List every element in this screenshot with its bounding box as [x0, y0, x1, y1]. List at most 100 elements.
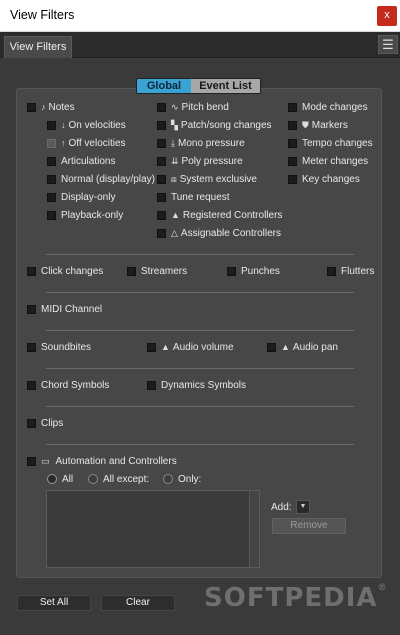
all-except-radio[interactable]: [88, 474, 98, 484]
patch-song-checkbox[interactable]: [157, 120, 166, 130]
global-tab[interactable]: Global: [137, 79, 191, 93]
only-label: Only:: [178, 473, 202, 485]
streamers-checkbox[interactable]: [127, 266, 136, 276]
dynamics-symbols-label: Dynamics Symbols: [161, 379, 247, 391]
poly-pressure-checkbox[interactable]: [157, 156, 166, 166]
assignable-controllers-checkbox[interactable]: [157, 228, 166, 238]
audio-pan-filter[interactable]: ▲ Audio pan: [267, 341, 338, 353]
clips-checkbox[interactable]: [27, 418, 36, 428]
tune-request-filter[interactable]: Tune request: [157, 191, 230, 203]
pitch-bend-icon: ∿: [171, 102, 179, 112]
system-exclusive-checkbox[interactable]: [157, 174, 166, 184]
registered-controllers-label: Registered Controllers: [182, 209, 283, 221]
click-changes-filter[interactable]: Click changes: [27, 265, 103, 277]
display-only-filter[interactable]: Display-only: [47, 191, 115, 203]
midi-channel-filter[interactable]: MIDI Channel: [27, 303, 102, 315]
clear-button[interactable]: Clear: [101, 595, 175, 611]
articulations-checkbox[interactable]: [47, 156, 56, 166]
remove-button[interactable]: Remove: [272, 518, 346, 534]
key-changes-checkbox[interactable]: [288, 174, 297, 184]
on-velocities-checkbox[interactable]: [47, 120, 56, 130]
soundbites-filter[interactable]: Soundbites: [27, 341, 91, 353]
off-velocities-filter[interactable]: ↑ Off velocities: [47, 137, 126, 149]
punches-label: Punches: [241, 265, 280, 277]
soundbites-checkbox[interactable]: [27, 342, 36, 352]
markers-filter[interactable]: ⛊ Markers: [288, 119, 348, 131]
notes-checkbox[interactable]: [27, 102, 36, 112]
click-changes-checkbox[interactable]: [27, 266, 36, 276]
all-radio[interactable]: [47, 474, 57, 484]
registered-controllers-checkbox[interactable]: [157, 210, 166, 220]
flutters-checkbox[interactable]: [327, 266, 336, 276]
automation-all-option[interactable]: All: [47, 473, 73, 485]
on-velocities-filter[interactable]: ↓ On velocities: [47, 119, 126, 131]
display-only-checkbox[interactable]: [47, 192, 56, 202]
mono-pressure-filter[interactable]: ⤓ Mono pressure: [157, 137, 245, 149]
controller-list-scrollbar[interactable]: [249, 491, 259, 567]
punches-filter[interactable]: Punches: [227, 265, 280, 277]
automation-checkbox[interactable]: [27, 456, 36, 466]
patch-song-filter[interactable]: ▚ Patch/song changes: [157, 119, 272, 131]
set-all-button[interactable]: Set All: [17, 595, 91, 611]
mode-changes-checkbox[interactable]: [288, 102, 297, 112]
poly-pressure-filter[interactable]: ⇊ Poly pressure: [157, 155, 243, 167]
automation-icon: ▭: [41, 456, 50, 466]
mono-pressure-checkbox[interactable]: [157, 138, 166, 148]
divider: [46, 368, 354, 369]
system-exclusive-filter[interactable]: ⧈ System exclusive: [157, 173, 257, 185]
event-list-tab[interactable]: Event List: [191, 79, 260, 93]
tab-view-filters[interactable]: View Filters: [4, 36, 72, 58]
playback-only-filter[interactable]: Playback-only: [47, 209, 123, 221]
off-velocities-checkbox[interactable]: [47, 138, 56, 148]
normal-filter[interactable]: Normal (display/play): [47, 173, 155, 185]
clips-filter[interactable]: Clips: [27, 417, 63, 429]
assignable-controllers-filter[interactable]: △ Assignable Controllers: [157, 227, 281, 239]
view-mode-toggle: Global Event List: [136, 78, 261, 94]
automation-all-except-option[interactable]: All except:: [88, 473, 149, 485]
articulations-filter[interactable]: Articulations: [47, 155, 115, 167]
arrow-down-icon: ↓: [61, 120, 66, 130]
audio-volume-checkbox[interactable]: [147, 342, 156, 352]
notes-filter[interactable]: ♪ Notes: [27, 101, 75, 113]
clips-label: Clips: [41, 417, 64, 429]
dynamics-symbols-checkbox[interactable]: [147, 380, 156, 390]
controller-list[interactable]: [46, 490, 260, 568]
meter-changes-checkbox[interactable]: [288, 156, 297, 166]
display-only-label: Display-only: [61, 191, 116, 203]
automation-filter[interactable]: ▭ Automation and Controllers: [27, 455, 177, 467]
tempo-changes-checkbox[interactable]: [288, 138, 297, 148]
dynamics-symbols-filter[interactable]: Dynamics Symbols: [147, 379, 246, 391]
menu-icon[interactable]: ☰: [378, 35, 398, 54]
chord-symbols-checkbox[interactable]: [27, 380, 36, 390]
tune-request-checkbox[interactable]: [157, 192, 166, 202]
punches-checkbox[interactable]: [227, 266, 236, 276]
markers-checkbox[interactable]: [288, 120, 297, 130]
audio-volume-filter[interactable]: ▲ Audio volume: [147, 341, 234, 353]
audio-pan-checkbox[interactable]: [267, 342, 276, 352]
add-dropdown[interactable]: ▼: [296, 500, 310, 514]
automation-only-option[interactable]: Only:: [163, 473, 201, 485]
divider: [46, 292, 354, 293]
system-exclusive-label: System exclusive: [179, 173, 257, 185]
pitch-bend-checkbox[interactable]: [157, 102, 166, 112]
playback-only-checkbox[interactable]: [47, 210, 56, 220]
click-changes-label: Click changes: [41, 265, 104, 277]
midi-channel-checkbox[interactable]: [27, 304, 36, 314]
meter-changes-filter[interactable]: Meter changes: [288, 155, 368, 167]
tempo-changes-filter[interactable]: Tempo changes: [288, 137, 373, 149]
pitch-bend-filter[interactable]: ∿ Pitch bend: [157, 101, 229, 113]
watermark-mark: ®: [377, 583, 388, 593]
normal-checkbox[interactable]: [47, 174, 56, 184]
chord-symbols-filter[interactable]: Chord Symbols: [27, 379, 109, 391]
only-radio[interactable]: [163, 474, 173, 484]
mode-changes-filter[interactable]: Mode changes: [288, 101, 368, 113]
divider: [46, 444, 354, 445]
streamers-filter[interactable]: Streamers: [127, 265, 187, 277]
marker-icon: ⛊: [302, 120, 309, 130]
key-changes-filter[interactable]: Key changes: [288, 173, 360, 185]
close-button[interactable]: x: [377, 6, 397, 26]
registered-controllers-filter[interactable]: ▲ Registered Controllers: [157, 209, 282, 221]
mono-pressure-icon: ⤓: [171, 138, 175, 148]
flutters-filter[interactable]: Flutters: [327, 265, 374, 277]
volume-icon: ▲: [161, 342, 170, 352]
